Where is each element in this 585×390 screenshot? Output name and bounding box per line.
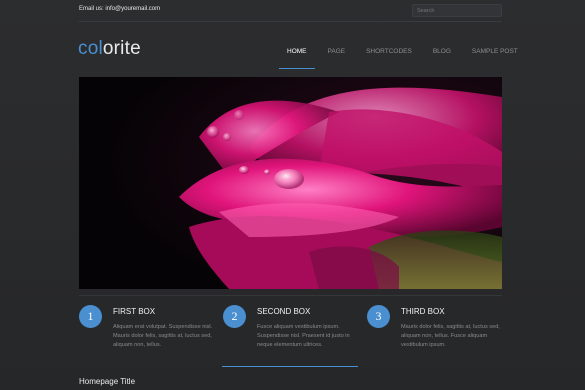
hero-image [79,77,502,289]
nav-item-shortcodes[interactable]: SHORTCODES [366,48,412,55]
topbar-divider [79,21,502,22]
flower-illustration [79,77,502,289]
box-text: Fusce aliquam vestibulum ipsum. Suspendi… [257,324,350,348]
site-logo[interactable]: colorite [78,38,141,60]
box-text: Aliquam erat volutpat. Suspendisse nisl.… [113,324,213,348]
nav-item-home[interactable]: HOME [287,48,307,55]
box-number-badge: 1 [79,305,102,328]
active-nav-indicator [279,68,315,69]
box-title[interactable]: SECOND BOX [257,307,310,316]
search-input[interactable] [412,4,502,17]
section-accent-line [222,366,358,367]
box-number-badge: 3 [367,305,390,328]
nav-item-sample-post[interactable]: SAMPLE POST [472,48,518,55]
nav-item-blog[interactable]: BLOG [433,48,451,55]
nav-item-page[interactable]: PAGE [328,48,346,55]
box-number-badge: 2 [223,305,246,328]
section-divider [79,295,502,296]
contact-email[interactable]: Email us: info@youremail.com [79,6,160,12]
main-nav: HOME PAGE SHORTCODES BLOG SAMPLE POST [287,48,539,55]
page: Email us: info@youremail.com colorite HO… [0,0,585,390]
logo-accent-text: col [78,38,103,59]
box-title[interactable]: THIRD BOX [401,307,445,316]
box-text: Mauris dolor felis, sagittis at, luctus … [401,324,500,348]
logo-text: orite [102,38,141,59]
box-title[interactable]: FIRST BOX [113,307,155,316]
section-title: Homepage Title [79,377,136,386]
